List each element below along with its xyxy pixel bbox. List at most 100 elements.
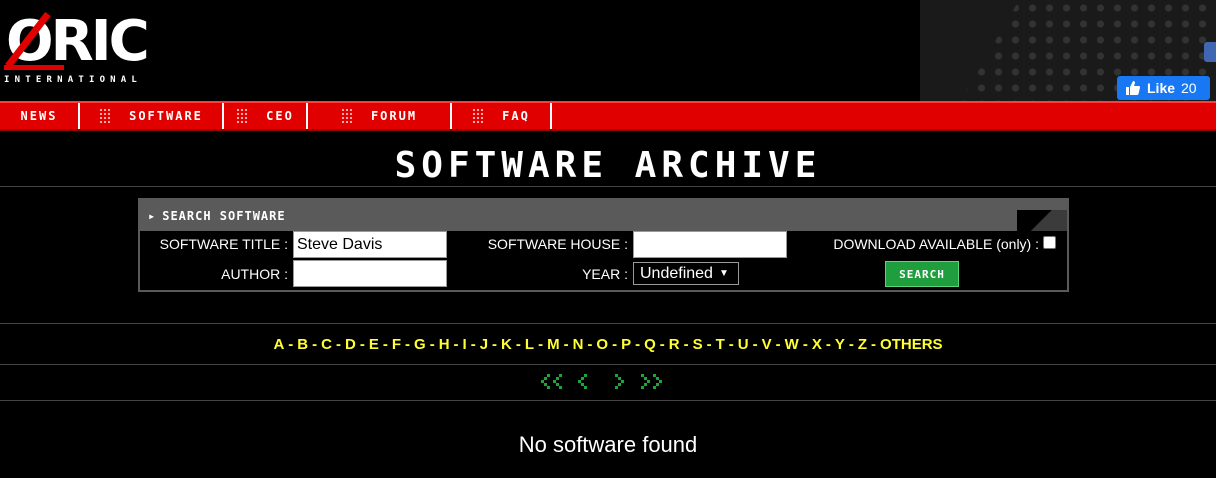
alphabet-separator: - — [587, 336, 593, 353]
alphabet-separator: - — [359, 336, 365, 353]
thumbs-up-icon — [1126, 81, 1140, 95]
software-house-label: SOFTWARE HOUSE : — [487, 236, 628, 252]
alphabet-separator: - — [405, 336, 411, 353]
logo-mark: ORIC — [4, 8, 154, 74]
alphabet-separator: - — [871, 336, 877, 353]
header-notch-decoration — [1017, 210, 1067, 231]
alphabet-link-v[interactable]: V — [762, 336, 772, 353]
alphabet-link-d[interactable]: D — [345, 336, 356, 353]
alphabet-link-others[interactable]: OTHERS — [880, 336, 943, 353]
alphabet-link-s[interactable]: S — [693, 336, 703, 353]
search-panel: ▸ SEARCH SOFTWARE SOFTWARE TITLE : Steve… — [138, 198, 1069, 292]
alphabet-separator: - — [706, 336, 712, 353]
alphabet-link-y[interactable]: Y — [835, 336, 845, 353]
logo-subtitle: INTERNATIONAL — [4, 75, 143, 85]
alphabet-separator: - — [382, 336, 388, 353]
alphabet-separator: - — [429, 336, 435, 353]
alphabet-link-l[interactable]: L — [525, 336, 534, 353]
alphabet-separator: - — [635, 336, 641, 353]
alphabet-link-p[interactable]: P — [621, 336, 631, 353]
download-available-checkbox[interactable] — [1043, 236, 1056, 249]
alphabet-separator: - — [752, 336, 758, 353]
nav-item-ceo[interactable]: CEO — [224, 103, 308, 129]
alphabet-separator: - — [492, 336, 498, 353]
divider — [0, 186, 1216, 187]
alphabet-link-c[interactable]: C — [321, 336, 332, 353]
alphabet-link-o[interactable]: O — [596, 336, 608, 353]
alphabet-link-x[interactable]: X — [812, 336, 822, 353]
alphabet-separator: - — [563, 336, 569, 353]
alphabet-link-j[interactable]: J — [480, 336, 488, 353]
search-panel-title: SEARCH SOFTWARE — [162, 208, 286, 223]
download-available-label: DOWNLOAD AVAILABLE (only) : — [833, 236, 1039, 252]
search-panel-header: ▸ SEARCH SOFTWARE — [140, 200, 1067, 231]
next-page-icon[interactable] — [612, 372, 626, 390]
author-input[interactable] — [293, 260, 447, 287]
nav-item-label: CEO — [266, 109, 294, 123]
prev-page-icon[interactable] — [576, 372, 590, 390]
no-results-message: No software found — [518, 432, 698, 457]
alphabet-separator: - — [659, 336, 665, 353]
software-title-input[interactable]: Steve Davis — [293, 231, 447, 258]
software-house-input[interactable] — [633, 231, 787, 258]
alphabet-link-t[interactable]: T — [716, 336, 725, 353]
alphabet-separator: - — [825, 336, 831, 353]
software-title-label: SOFTWARE TITLE : — [159, 236, 288, 252]
alphabet-separator: - — [683, 336, 689, 353]
alphabet-separator: - — [612, 336, 618, 353]
year-label: YEAR : — [582, 266, 628, 282]
nav-item-label: SOFTWARE — [129, 109, 203, 123]
alphabet-link-a[interactable]: A — [273, 336, 284, 353]
alphabet-separator: - — [288, 336, 294, 353]
oric-logo[interactable]: ORIC INTERNATIONAL — [4, 8, 160, 90]
nav-item-label: FAQ — [502, 109, 530, 123]
nav-item-news[interactable]: NEWS — [0, 103, 80, 129]
page-title: SOFTWARE ARCHIVE — [394, 145, 822, 186]
alphabet-link-b[interactable]: B — [297, 336, 308, 353]
alphabet-link-u[interactable]: U — [738, 336, 749, 353]
divider — [0, 323, 1216, 324]
facebook-share-tab[interactable] — [1204, 42, 1216, 62]
nav-item-forum[interactable]: FORUM — [308, 103, 452, 129]
alphabet-separator: - — [848, 336, 854, 353]
alphabet-link-q[interactable]: Q — [644, 336, 656, 353]
nav-item-faq[interactable]: FAQ — [452, 103, 552, 129]
last-page-icon[interactable] — [638, 372, 664, 390]
facebook-like-button[interactable]: Like 20 — [1117, 76, 1210, 100]
alphabet-separator: - — [453, 336, 459, 353]
divider — [0, 400, 1216, 401]
alphabet-link-z[interactable]: Z — [858, 336, 867, 353]
facebook-like-count: 20 — [1181, 80, 1197, 96]
year-select[interactable]: Undefined ▼ — [633, 262, 739, 285]
nav-item-software[interactable]: SOFTWARE — [80, 103, 224, 129]
alphabet-separator: - — [470, 336, 476, 353]
alphabet-separator: - — [775, 336, 781, 353]
alphabet-link-m[interactable]: M — [547, 336, 560, 353]
chevron-right-icon: ▸ — [148, 208, 157, 223]
alphabet-separator: - — [728, 336, 734, 353]
alphabet-separator: - — [515, 336, 521, 353]
alphabet-link-r[interactable]: R — [669, 336, 680, 353]
alphabet-separator: - — [802, 336, 808, 353]
dropdown-arrow-icon: ▼ — [718, 268, 729, 279]
decorative-diagonal — [920, 0, 1040, 101]
alphabet-link-k[interactable]: K — [501, 336, 512, 353]
year-select-value: Undefined — [640, 265, 713, 282]
alphabet-link-i[interactable]: I — [463, 336, 467, 353]
alphabet-filter: A-B-C-D-E-F-G-H-I-J-K-L-M-N-O-P-Q-R-S-T-… — [0, 336, 1216, 353]
alphabet-link-w[interactable]: W — [785, 336, 799, 353]
alphabet-separator: - — [312, 336, 318, 353]
alphabet-link-f[interactable]: F — [392, 336, 401, 353]
nav-item-label: FORUM — [370, 109, 418, 123]
alphabet-link-n[interactable]: N — [573, 336, 584, 353]
grip-icon — [340, 108, 353, 124]
grip-icon — [472, 108, 485, 124]
first-page-icon[interactable] — [541, 372, 567, 390]
main-nav: NEWS SOFTWARE CEO FORUM FAQ — [0, 101, 1216, 131]
search-button[interactable]: SEARCH — [885, 261, 959, 287]
facebook-like-label: Like — [1147, 80, 1176, 96]
alphabet-link-e[interactable]: E — [369, 336, 379, 353]
grip-icon — [236, 108, 249, 124]
alphabet-link-g[interactable]: G — [414, 336, 426, 353]
alphabet-link-h[interactable]: H — [439, 336, 450, 353]
